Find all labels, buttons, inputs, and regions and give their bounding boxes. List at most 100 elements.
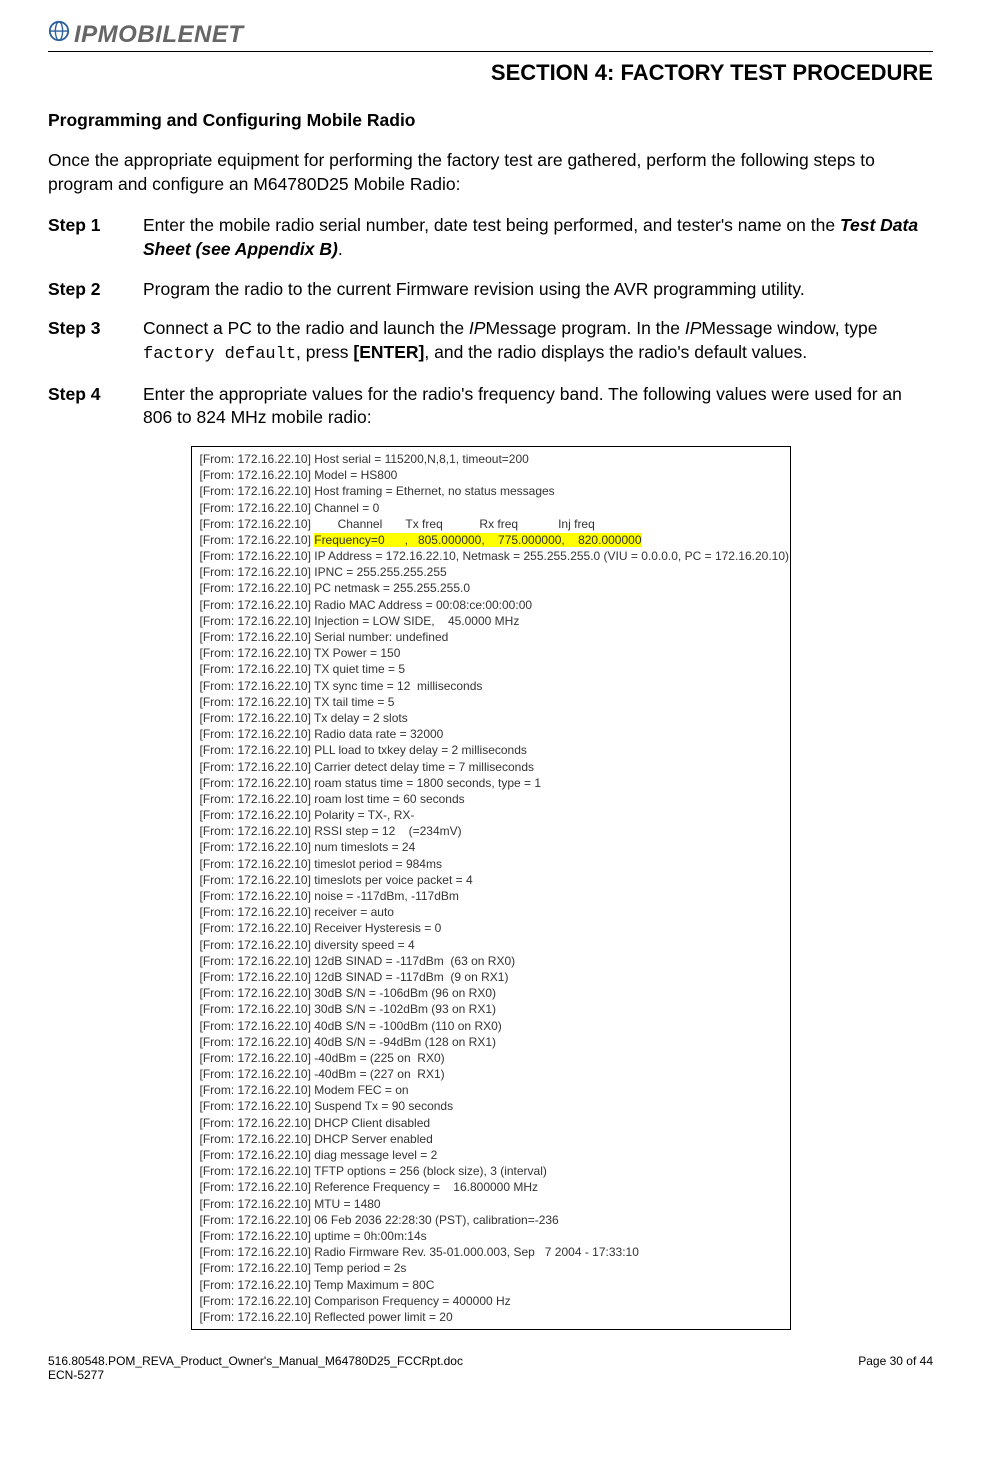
term-prefix: [From: 172.16.22.10] xyxy=(200,938,315,952)
text: Message program. In the xyxy=(485,318,684,338)
step-2: Step 2 Program the radio to the current … xyxy=(48,278,933,302)
term-line: IPNC = 255.255.255.255 xyxy=(314,565,446,579)
term-prefix: [From: 172.16.22.10] xyxy=(200,646,315,660)
term-prefix: [From: 172.16.22.10] xyxy=(200,986,315,1000)
text: Connect a PC to the radio and launch the xyxy=(143,318,469,338)
term-line: diag message level = 2 xyxy=(314,1148,437,1162)
term-prefix: [From: 172.16.22.10] xyxy=(200,824,315,838)
term-line: num timeslots = 24 xyxy=(314,840,415,854)
term-prefix: [From: 172.16.22.10] xyxy=(200,921,315,935)
term-prefix: [From: 172.16.22.10] xyxy=(200,760,315,774)
term-prefix: [From: 172.16.22.10] xyxy=(200,679,315,693)
text: . xyxy=(338,239,343,259)
term-prefix: [From: 172.16.22.10] xyxy=(200,743,315,757)
term-line: Carrier detect delay time = 7 millisecon… xyxy=(314,760,534,774)
term-prefix: [From: 172.16.22.10] xyxy=(200,1067,315,1081)
term-line: PC netmask = 255.255.255.0 xyxy=(314,581,470,595)
term-line: Channel Tx freq Rx freq Inj freq xyxy=(314,517,595,531)
terminal-output: [From: 172.16.22.10] Host serial = 11520… xyxy=(191,446,791,1330)
term-line: TX tail time = 5 xyxy=(314,695,394,709)
step-label: Step 1 xyxy=(48,214,143,261)
term-prefix: [From: 172.16.22.10] xyxy=(200,501,315,515)
term-line: DHCP Client disabled xyxy=(314,1116,430,1130)
term-prefix: [From: 172.16.22.10] xyxy=(200,581,315,595)
text: IP xyxy=(469,318,486,338)
term-line: DHCP Server enabled xyxy=(314,1132,433,1146)
term-prefix: [From: 172.16.22.10] xyxy=(200,1132,315,1146)
term-prefix: [From: 172.16.22.10] xyxy=(200,630,315,644)
term-line: -40dBm = (227 on RX1) xyxy=(314,1067,444,1081)
term-line: Tx delay = 2 slots xyxy=(314,711,408,725)
term-line: RSSI step = 12 (=234mV) xyxy=(314,824,461,838)
term-line: Modem FEC = on xyxy=(314,1083,408,1097)
term-prefix: [From: 172.16.22.10] xyxy=(200,484,315,498)
term-line: 30dB S/N = -102dBm (93 on RX1) xyxy=(314,1002,496,1016)
term-prefix: [From: 172.16.22.10] xyxy=(200,1261,315,1275)
step-label: Step 2 xyxy=(48,278,143,302)
term-line: 12dB SINAD = -117dBm (63 on RX0) xyxy=(314,954,515,968)
term-prefix: [From: 172.16.22.10] xyxy=(200,1245,315,1259)
section-title: SECTION 4: FACTORY TEST PROCEDURE xyxy=(48,60,933,86)
term-line: Radio MAC Address = 00:08:ce:00:00:00 xyxy=(314,598,532,612)
term-line: 40dB S/N = -94dBm (128 on RX1) xyxy=(314,1035,496,1049)
term-prefix: [From: 172.16.22.10] xyxy=(200,517,315,531)
term-prefix: [From: 172.16.22.10] xyxy=(200,598,315,612)
step-body: Enter the mobile radio serial number, da… xyxy=(143,214,933,261)
term-prefix: [From: 172.16.22.10] xyxy=(200,468,315,482)
term-prefix: [From: 172.16.22.10] xyxy=(200,1213,315,1227)
term-line: Polarity = TX-, RX- xyxy=(314,808,414,822)
text: IP xyxy=(685,318,702,338)
text: , and the radio displays the radio's def… xyxy=(424,342,807,362)
term-prefix: [From: 172.16.22.10] xyxy=(200,889,315,903)
text: Message window, type xyxy=(701,318,877,338)
term-line: Receiver Hysteresis = 0 xyxy=(314,921,441,935)
term-prefix: [From: 172.16.22.10] xyxy=(200,1035,315,1049)
term-prefix: [From: 172.16.22.10] xyxy=(200,1002,315,1016)
term-prefix: [From: 172.16.22.10] xyxy=(200,614,315,628)
term-line: -40dBm = (225 on RX0) xyxy=(314,1051,444,1065)
term-prefix: [From: 172.16.22.10] xyxy=(200,1051,315,1065)
step-body: Enter the appropriate values for the rad… xyxy=(143,383,933,430)
page-number-label: Page 30 of xyxy=(858,1354,919,1368)
footer-ecn: ECN-5277 xyxy=(48,1368,463,1382)
term-line: roam status time = 1800 seconds, type = … xyxy=(314,776,541,790)
term-prefix: [From: 172.16.22.10] xyxy=(200,792,315,806)
term-line: TX quiet time = 5 xyxy=(314,662,405,676)
term-prefix: [From: 172.16.22.10] xyxy=(200,1310,315,1324)
brand-text: IPMOBILENET xyxy=(74,21,244,49)
term-prefix: [From: 172.16.22.10] xyxy=(200,808,315,822)
term-prefix: [From: 172.16.22.10] xyxy=(200,905,315,919)
term-line: Temp Maximum = 80C xyxy=(314,1278,434,1292)
page-footer: 516.80548.POM_REVA_Product_Owner's_Manua… xyxy=(48,1354,933,1382)
term-prefix: [From: 172.16.22.10] xyxy=(200,1197,315,1211)
term-line: Reference Frequency = 16.800000 MHz xyxy=(314,1180,538,1194)
text: Enter the mobile radio serial number, da… xyxy=(143,215,840,235)
term-prefix: [From: 172.16.22.10] xyxy=(200,840,315,854)
text: , press xyxy=(296,342,353,362)
term-prefix: [From: 172.16.22.10] xyxy=(200,1278,315,1292)
footer-filename: 516.80548.POM_REVA_Product_Owner's_Manua… xyxy=(48,1354,463,1368)
term-line: TX Power = 150 xyxy=(314,646,400,660)
term-line-highlight: Frequency=0 , 805.000000, 775.000000, 82… xyxy=(314,533,641,547)
term-line: Radio data rate = 32000 xyxy=(314,727,443,741)
term-prefix: [From: 172.16.22.10] xyxy=(200,1229,315,1243)
step-body: Program the radio to the current Firmwar… xyxy=(143,278,933,302)
term-line: 40dB S/N = -100dBm (110 on RX0) xyxy=(314,1019,502,1033)
step-4: Step 4 Enter the appropriate values for … xyxy=(48,383,933,430)
term-line: TFTP options = 256 (block size), 3 (inte… xyxy=(314,1164,547,1178)
term-prefix: [From: 172.16.22.10] xyxy=(200,970,315,984)
globe-icon xyxy=(48,20,70,49)
term-prefix: [From: 172.16.22.10] xyxy=(200,1019,315,1033)
intro-text: Once the appropriate equipment for perfo… xyxy=(48,149,933,196)
term-prefix: [From: 172.16.22.10] xyxy=(200,1099,315,1113)
term-prefix: [From: 172.16.22.10] xyxy=(200,1180,315,1194)
term-prefix: [From: 172.16.22.10] xyxy=(200,1294,315,1308)
term-prefix: [From: 172.16.22.10] xyxy=(200,1083,315,1097)
term-prefix: [From: 172.16.22.10] xyxy=(200,1148,315,1162)
term-line: uptime = 0h:00m:14s xyxy=(314,1229,426,1243)
term-line: receiver = auto xyxy=(314,905,394,919)
term-line: noise = -117dBm, -117dBm xyxy=(314,889,459,903)
key: [ENTER] xyxy=(353,342,424,362)
term-line: Suspend Tx = 90 seconds xyxy=(314,1099,453,1113)
term-line: Comparison Frequency = 400000 Hz xyxy=(314,1294,510,1308)
